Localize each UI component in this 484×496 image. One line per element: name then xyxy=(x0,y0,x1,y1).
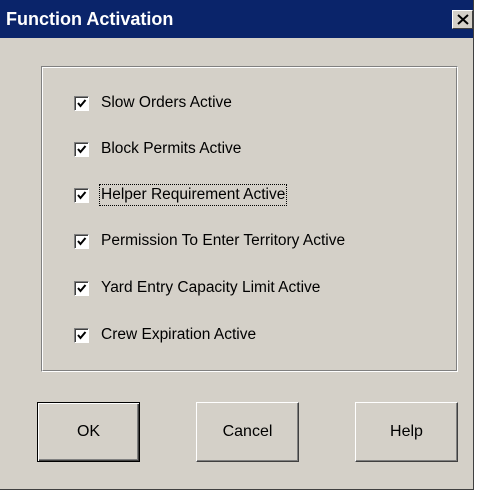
checkmark-icon xyxy=(77,190,87,200)
option-crew-expiration[interactable]: Crew Expiration Active xyxy=(74,324,256,346)
checkmark-icon xyxy=(77,98,87,108)
options-group: Slow Orders Active Block Permits Active … xyxy=(41,66,458,372)
slow-orders-checkbox[interactable] xyxy=(74,95,89,111)
function-activation-dialog: Function Activation Slow Orders Active B… xyxy=(0,0,474,490)
crew-expiration-checkbox[interactable] xyxy=(74,327,89,343)
title-bar[interactable]: Function Activation xyxy=(0,0,473,38)
cancel-button[interactable]: Cancel xyxy=(196,402,299,462)
option-label: Block Permits Active xyxy=(101,140,242,157)
ok-button[interactable]: OK xyxy=(37,402,140,462)
option-label: Permission To Enter Territory Active xyxy=(101,232,346,249)
option-slow-orders[interactable]: Slow Orders Active xyxy=(74,92,232,114)
close-icon xyxy=(457,14,469,25)
help-button[interactable]: Help xyxy=(355,402,458,462)
option-label: Yard Entry Capacity Limit Active xyxy=(101,279,321,296)
option-label: Crew Expiration Active xyxy=(101,326,257,343)
window-title: Function Activation xyxy=(6,9,174,29)
permission-territory-checkbox[interactable] xyxy=(74,233,89,249)
option-permission-to-enter-territory[interactable]: Permission To Enter Territory Active xyxy=(74,230,345,252)
checkmark-icon xyxy=(77,283,87,293)
option-helper-requirement[interactable]: Helper Requirement Active xyxy=(74,184,288,206)
option-yard-entry-capacity[interactable]: Yard Entry Capacity Limit Active xyxy=(74,277,320,299)
option-block-permits[interactable]: Block Permits Active xyxy=(74,138,241,160)
checkmark-icon xyxy=(77,236,87,246)
close-button[interactable] xyxy=(452,10,473,29)
checkmark-icon xyxy=(77,330,87,340)
checkmark-icon xyxy=(77,144,87,154)
option-label: Slow Orders Active xyxy=(101,94,232,111)
block-permits-checkbox[interactable] xyxy=(74,141,89,157)
yard-entry-checkbox[interactable] xyxy=(74,280,89,296)
option-label: Helper Requirement Active xyxy=(98,184,288,206)
helper-requirement-checkbox[interactable] xyxy=(74,187,89,203)
